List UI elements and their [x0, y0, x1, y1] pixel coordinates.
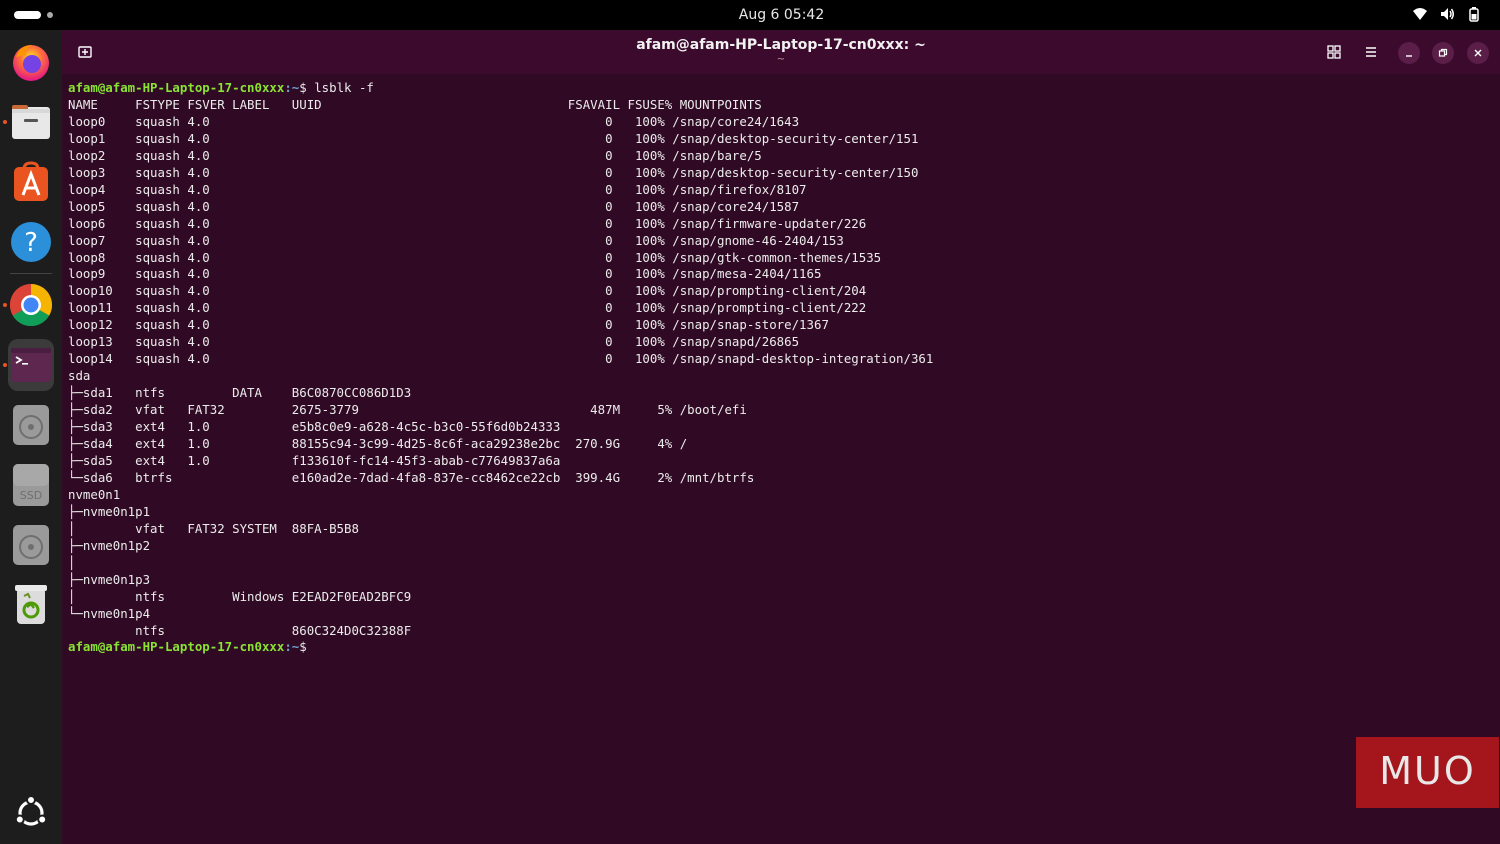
maximize-button[interactable]: [1432, 42, 1454, 64]
window-subtitle: ~: [776, 54, 786, 65]
close-button[interactable]: [1467, 42, 1489, 64]
terminal-line: └─nvme0n1p4: [68, 605, 151, 621]
command-text: lsblk -f: [314, 80, 374, 95]
terminal-line: NAME FSTYPE FSVER LABEL UUID FSAVAIL FSU…: [68, 96, 762, 112]
terminal-line: ├─sda4 ext4 1.0 88155c94-3c99-4d25-8c6f-…: [68, 436, 688, 452]
dock-item-ssd[interactable]: SSD: [8, 462, 54, 508]
ssd-label: SSD: [19, 489, 43, 502]
terminal-line: loop14 squash 4.0 0 100% /snap/snapd-des…: [68, 351, 934, 367]
app-center-icon: [14, 161, 48, 201]
prompt-symbol: $: [299, 80, 315, 95]
command-line: afam@afam-HP-Laptop-17-cn0xxx:~$ lsblk -…: [68, 80, 933, 97]
svg-text:?: ?: [24, 228, 38, 258]
restore-icon: [1438, 48, 1448, 57]
trash-icon: [15, 585, 47, 624]
terminal-line: │: [68, 554, 76, 570]
terminal-line: loop10 squash 4.0 0 100% /snap/prompting…: [68, 283, 867, 299]
terminal-line: loop11 squash 4.0 0 100% /snap/prompting…: [68, 300, 867, 316]
files-icon: [12, 105, 50, 139]
terminal-line: ntfs 860C324D0C32388F: [68, 622, 412, 638]
terminal-icon: [11, 348, 51, 382]
menu-button[interactable]: [1361, 42, 1381, 62]
view-tabs-button[interactable]: [1324, 42, 1344, 62]
terminal-line: loop12 squash 4.0 0 100% /snap/snap-stor…: [68, 317, 829, 333]
help-icon: ?: [11, 222, 51, 262]
dock-item-chrome[interactable]: [3, 282, 54, 328]
terminal-line: ├─sda2 vfat FAT32 2675-3779 487M 5% /boo…: [68, 402, 747, 418]
prompt-user: afam@afam-HP-Laptop-17-cn0xxx: [68, 80, 285, 95]
terminal-line: ├─nvme0n1p2: [68, 537, 151, 553]
running-indicator: [3, 363, 7, 367]
volume-icon: [1439, 6, 1455, 22]
terminal-line: ├─nvme0n1p3: [68, 571, 151, 587]
minimize-icon: [1406, 55, 1412, 57]
terminal-line: ├─nvme0n1p1: [68, 503, 151, 519]
output-lines: NAME FSTYPE FSVER LABEL UUID FSAVAIL FSU…: [68, 97, 933, 640]
battery-icon: [1466, 6, 1482, 22]
wifi-icon: [1412, 6, 1428, 22]
terminal-line: ├─sda1 ntfs DATA B6C0870CC086D1D3: [68, 385, 412, 401]
muo-watermark: MUO: [1356, 737, 1499, 808]
dock-item-trash[interactable]: [8, 581, 54, 627]
top-bar: Aug 6 05:42: [0, 0, 1500, 30]
dock-separator: [10, 273, 52, 274]
close-icon: [1474, 49, 1482, 57]
prompt-path: :~: [284, 639, 300, 655]
system-tray[interactable]: [1412, 6, 1482, 22]
chrome-icon: [9, 284, 53, 327]
terminal-line: loop4 squash 4.0 0 100% /snap/firefox/81…: [68, 181, 807, 197]
terminal-line: sda: [68, 368, 91, 384]
terminal-line: loop1 squash 4.0 0 100% /snap/desktop-se…: [68, 130, 919, 146]
disk-icon: [13, 405, 49, 445]
terminal-line: loop3 squash 4.0 0 100% /snap/desktop-se…: [68, 164, 919, 180]
prompt-user: afam@afam-HP-Laptop-17-cn0xxx: [68, 639, 285, 655]
prompt-symbol: $: [299, 639, 315, 655]
title-bar[interactable]: afam@afam-HP-Laptop-17-cn0xxx: ~ ~: [62, 30, 1500, 74]
terminal-line: loop9 squash 4.0 0 100% /snap/mesa-2404/…: [68, 266, 822, 282]
terminal-line: loop0 squash 4.0 0 100% /snap/core24/164…: [68, 113, 800, 129]
minimize-button[interactable]: [1398, 42, 1420, 64]
watermark-text: MUO: [1379, 749, 1476, 793]
terminal-line: ├─sda5 ext4 1.0 f133610f-fc14-45f3-abab-…: [68, 452, 561, 468]
clock[interactable]: Aug 6 05:42: [0, 7, 1500, 23]
terminal-window: afam@afam-HP-Laptop-17-cn0xxx: ~ ~ afam@…: [62, 30, 1500, 844]
firefox-icon: [13, 45, 49, 81]
dock-item-disk-2[interactable]: [8, 522, 54, 568]
dock-item-app-center[interactable]: [8, 159, 54, 205]
terminal-line: nvme0n1: [68, 486, 121, 502]
show-apps-icon: [14, 795, 48, 826]
running-indicator: [3, 120, 7, 124]
running-indicator: [3, 303, 7, 307]
dock-item-help[interactable]: ?: [8, 219, 54, 265]
terminal-line: │ vfat FAT32 SYSTEM 88FA-B5B8: [68, 520, 359, 536]
terminal-line: │ ntfs Windows E2EAD2F0EAD2BFC9: [68, 588, 412, 604]
dock-item-files[interactable]: [3, 99, 54, 145]
dock-item-show-apps[interactable]: [8, 790, 54, 836]
dock-item-terminal[interactable]: [3, 339, 54, 391]
terminal-line: ├─sda3 ext4 1.0 e5b8c0e9-a628-4c5c-b3c0-…: [68, 419, 561, 435]
terminal-line: loop2 squash 4.0 0 100% /snap/bare/5: [68, 147, 762, 163]
prompt-path: :~: [284, 80, 300, 95]
grid-icon: [1327, 45, 1341, 59]
terminal-line: loop7 squash 4.0 0 100% /snap/gnome-46-2…: [68, 232, 844, 248]
dock-item-firefox[interactable]: [8, 39, 54, 85]
terminal-line: └─sda6 btrfs e160ad2e-7dad-4fa8-837e-cc8…: [68, 469, 755, 485]
terminal-line: loop5 squash 4.0 0 100% /snap/core24/158…: [68, 198, 800, 214]
dock: ? SSD: [0, 30, 62, 844]
disk-icon: [13, 525, 49, 565]
window-title: afam@afam-HP-Laptop-17-cn0xxx: ~: [636, 37, 926, 53]
dock-item-disk-1[interactable]: [8, 402, 54, 448]
terminal-line: loop6 squash 4.0 0 100% /snap/firmware-u…: [68, 215, 867, 231]
hamburger-menu-icon: [1366, 47, 1376, 57]
current-prompt-line: afam@afam-HP-Laptop-17-cn0xxx:~$: [68, 639, 933, 656]
terminal-output[interactable]: afam@afam-HP-Laptop-17-cn0xxx:~$ lsblk -…: [68, 80, 933, 656]
terminal-line: loop13 squash 4.0 0 100% /snap/snapd/268…: [68, 334, 800, 350]
terminal-line: loop8 squash 4.0 0 100% /snap/gtk-common…: [68, 249, 882, 265]
